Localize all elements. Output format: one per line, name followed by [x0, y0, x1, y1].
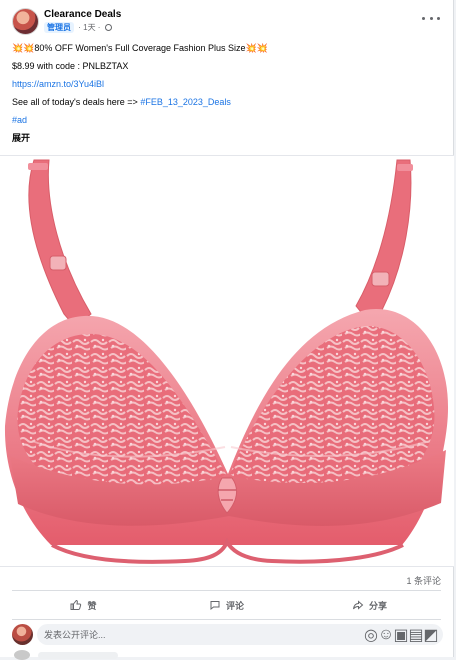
- ad-hashtag[interactable]: #ad: [12, 115, 27, 125]
- globe-icon: [104, 24, 112, 31]
- like-button[interactable]: 赞: [12, 593, 155, 617]
- page-name-link[interactable]: Clearance Deals: [44, 9, 121, 20]
- comment-label: 评论: [225, 600, 244, 611]
- engagement-divider: [12, 590, 441, 591]
- see-all-text: See all of today's deals here =>: [12, 97, 141, 107]
- next-comment-avatar: [14, 650, 30, 660]
- post-actions: 赞 评论 分享: [12, 593, 441, 617]
- product-link[interactable]: https://amzn.to/3Yu4iBl: [12, 79, 104, 89]
- post-body: 💥💥80% OFF Women's Full Coverage Fashion …: [12, 42, 444, 150]
- share-button[interactable]: 分享: [298, 593, 441, 617]
- comment-input[interactable]: 发表公开评论... ◎ ☺ ▣ ▤ ◩: [37, 624, 443, 645]
- sticker-icon[interactable]: ◩: [423, 627, 438, 644]
- avatar-sticker-icon[interactable]: ◎: [364, 627, 378, 644]
- more-horizontal-icon[interactable]: [422, 11, 440, 25]
- post-title-line: 💥💥80% OFF Women's Full Coverage Fashion …: [12, 42, 444, 54]
- emoji-icon[interactable]: ☺: [378, 626, 394, 643]
- pink-bra-illustration: [0, 156, 454, 566]
- like-label: 赞: [87, 600, 97, 611]
- share-label: 分享: [368, 600, 387, 611]
- speech-bubble-icon: [210, 601, 220, 611]
- post-meta: 管理员 · 1天 ·: [44, 22, 112, 33]
- burst-emoji-end: 💥💥: [245, 43, 268, 53]
- post-header: Clearance Deals 管理员 · 1天 ·: [12, 8, 444, 36]
- comment-placeholder[interactable]: 发表公开评论...: [44, 628, 361, 641]
- comment-count[interactable]: 1 条评论: [406, 574, 441, 587]
- burst-emoji-start: 💥💥: [12, 43, 35, 53]
- post-time[interactable]: · 1天 ·: [78, 23, 100, 32]
- next-comment-preview: [38, 652, 118, 659]
- post-card: Clearance Deals 管理员 · 1天 · 💥💥80% OFF Wom…: [0, 0, 454, 660]
- page-avatar[interactable]: [12, 8, 39, 35]
- share-arrow-icon: [352, 600, 364, 610]
- product-image[interactable]: [0, 155, 454, 567]
- price-line: $8.99 with code : PNLBZTAX: [12, 61, 129, 71]
- comment-composer: 发表公开评论... ◎ ☺ ▣ ▤ ◩: [12, 624, 443, 646]
- deals-hashtag[interactable]: #FEB_13_2023_Deals: [140, 97, 231, 107]
- gif-icon[interactable]: ▤: [408, 627, 423, 644]
- actions-divider: [12, 619, 441, 620]
- post-title: 80% OFF Women's Full Coverage Fashion Pl…: [34, 43, 246, 53]
- current-user-avatar[interactable]: [12, 624, 33, 645]
- admin-badge: 管理员: [44, 22, 74, 33]
- camera-icon[interactable]: ▣: [393, 627, 408, 644]
- see-all-line: See all of today's deals here => #FEB_13…: [12, 96, 444, 108]
- thumb-up-icon: [70, 599, 82, 610]
- comment-button[interactable]: 评论: [155, 593, 298, 617]
- expand-link[interactable]: 展开: [12, 133, 30, 143]
